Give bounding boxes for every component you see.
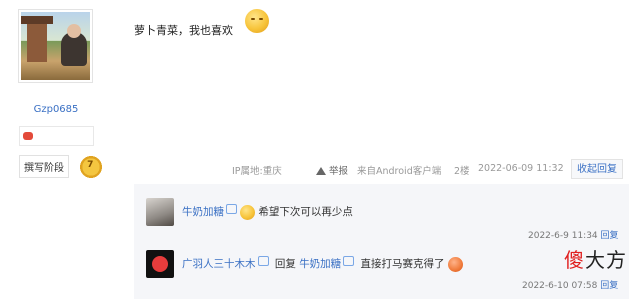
floor-number: 2楼 [454, 166, 470, 177]
honor-badge[interactable]: 撰写阶段 7 [19, 155, 103, 179]
reply-button[interactable]: 回复 [600, 281, 618, 291]
post-timestamp: 2022-06-09 11:32 [478, 163, 564, 174]
badge-level: 7 [87, 159, 94, 170]
reply-meta: 2022-6-10 07:58 回复 [522, 278, 618, 291]
report-label: 举报 [329, 166, 349, 177]
smile-emoji-icon [245, 9, 269, 33]
reply-username[interactable]: 牛奶加糖 [182, 206, 224, 218]
vip-icon [257, 256, 269, 266]
level-badge[interactable] [19, 126, 94, 146]
reply-avatar[interactable] [146, 250, 174, 278]
avatar[interactable] [18, 9, 93, 83]
warning-icon [316, 167, 326, 175]
reply-body: 广羽人三十木木 回复 牛奶加糖 直接打马赛克得了 [182, 256, 463, 272]
reply-username[interactable]: 广羽人三十木木 [182, 258, 256, 270]
reply-button[interactable]: 回复 [601, 231, 619, 241]
author-sidebar: Gzp0685 撰写阶段 7 [0, 0, 122, 299]
report-button[interactable]: 举报 [316, 163, 348, 177]
reply-timestamp: 2022-6-9 11:34 [528, 231, 598, 241]
watermark: 傻大方 [564, 244, 627, 273]
watermark-rest: 大方 [585, 248, 627, 272]
client-source: 来自Android客户端 [357, 166, 442, 177]
reply-avatar[interactable] [146, 198, 174, 226]
medal-icon: 7 [80, 155, 103, 178]
reply-list: 牛奶加糖 希望下次可以再少点 2022-6-9 11:34 回复 广羽人三十木木… [134, 184, 629, 299]
reply-timestamp: 2022-6-10 07:58 [522, 281, 598, 291]
reply-meta: 2022-6-9 11:34 回复 [528, 228, 619, 241]
ip-location: IP属地:重庆 [232, 166, 282, 177]
badge-label: 撰写阶段 [19, 155, 69, 178]
reply-body: 牛奶加糖 希望下次可以再少点 [182, 204, 353, 220]
list-item: 牛奶加糖 希望下次可以再少点 2022-6-9 11:34 回复 [134, 190, 629, 246]
avatar-image [21, 12, 90, 80]
post-content: 萝卜青菜，我也喜欢 [134, 24, 233, 37]
list-item: 广羽人三十木木 回复 牛奶加糖 直接打马赛克得了 2022-6-10 07:58… [134, 242, 629, 298]
reply-to-username[interactable]: 牛奶加糖 [299, 258, 341, 270]
emoji-icon [240, 204, 255, 220]
vip-icon [343, 256, 355, 266]
emoji-icon [447, 256, 463, 272]
reply-text: 直接打马赛克得了 [360, 258, 445, 270]
reply-prefix: 回复 [274, 258, 296, 270]
vip-icon [226, 204, 237, 214]
collapse-replies-button[interactable]: 收起回复 [571, 159, 623, 179]
reply-text: 希望下次可以再少点 [258, 206, 353, 218]
username-link[interactable]: Gzp0685 [0, 104, 112, 115]
gamepad-icon [23, 132, 33, 140]
watermark-first: 傻 [564, 248, 585, 272]
